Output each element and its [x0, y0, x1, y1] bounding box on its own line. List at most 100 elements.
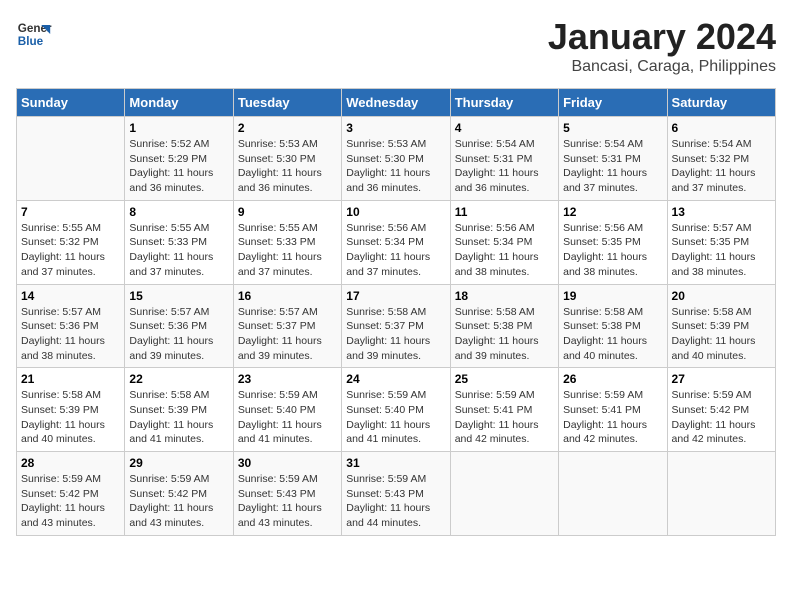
calendar-cell: 20Sunrise: 5:58 AMSunset: 5:39 PMDayligh…	[667, 284, 775, 368]
day-number: 31	[346, 456, 445, 470]
calendar-cell: 21Sunrise: 5:58 AMSunset: 5:39 PMDayligh…	[17, 368, 125, 452]
day-info: Sunrise: 5:59 AMSunset: 5:42 PMDaylight:…	[672, 388, 771, 447]
day-info: Sunrise: 5:58 AMSunset: 5:39 PMDaylight:…	[672, 305, 771, 364]
calendar-cell: 26 Sunrise: 5:59 AMSunset: 5:41 PMDayligh…	[559, 368, 667, 452]
day-number: 22	[129, 372, 228, 386]
calendar-week-3: 14 Sunrise: 5:57 AMSunset: 5:36 PMDayligh…	[17, 284, 776, 368]
calendar-cell: 19Sunrise: 5:58 AMSunset: 5:38 PMDayligh…	[559, 284, 667, 368]
calendar-cell: 9 Sunrise: 5:55 AMSunset: 5:33 PMDaylight…	[233, 200, 341, 284]
day-info: Sunrise: 5:57 AMSunset: 5:35 PMDaylight:…	[672, 221, 771, 280]
page-subtitle: Bancasi, Caraga, Philippines	[548, 58, 776, 76]
day-number: 10	[346, 205, 445, 219]
day-info: Sunrise: 5:55 AMSunset: 5:33 PMDaylight:…	[129, 221, 228, 280]
day-number: 9	[238, 205, 337, 219]
day-number: 13	[672, 205, 771, 219]
calendar-cell: 2 Sunrise: 5:53 AMSunset: 5:30 PMDaylight…	[233, 117, 341, 201]
calendar-cell: 13 Sunrise: 5:57 AMSunset: 5:35 PMDayligh…	[667, 200, 775, 284]
day-info: Sunrise: 5:59 AMSunset: 5:43 PMDaylight:…	[238, 472, 337, 531]
day-info: Sunrise: 5:57 AMSunset: 5:36 PMDaylight:…	[129, 305, 228, 364]
day-number: 18	[455, 289, 554, 303]
day-number: 25	[455, 372, 554, 386]
calendar-cell: 15 Sunrise: 5:57 AMSunset: 5:36 PMDayligh…	[125, 284, 233, 368]
day-info: Sunrise: 5:53 AMSunset: 5:30 PMDaylight:…	[238, 137, 337, 196]
calendar-week-2: 7Sunrise: 5:55 AMSunset: 5:32 PMDaylight…	[17, 200, 776, 284]
calendar-week-4: 21Sunrise: 5:58 AMSunset: 5:39 PMDayligh…	[17, 368, 776, 452]
day-number: 28	[21, 456, 120, 470]
calendar-cell: 14 Sunrise: 5:57 AMSunset: 5:36 PMDayligh…	[17, 284, 125, 368]
day-info: Sunrise: 5:59 AMSunset: 5:41 PMDaylight:…	[455, 388, 554, 447]
calendar-cell: 7Sunrise: 5:55 AMSunset: 5:32 PMDaylight…	[17, 200, 125, 284]
day-number: 23	[238, 372, 337, 386]
calendar-cell: 10 Sunrise: 5:56 AMSunset: 5:34 PMDayligh…	[342, 200, 450, 284]
day-info: Sunrise: 5:55 AMSunset: 5:33 PMDaylight:…	[238, 221, 337, 280]
day-number: 26	[563, 372, 662, 386]
calendar-cell: 12Sunrise: 5:56 AMSunset: 5:35 PMDayligh…	[559, 200, 667, 284]
header-cell-thursday: Thursday	[450, 89, 558, 117]
calendar-header: SundayMondayTuesdayWednesdayThursdayFrid…	[17, 89, 776, 117]
calendar-table: SundayMondayTuesdayWednesdayThursdayFrid…	[16, 88, 776, 536]
header-cell-tuesday: Tuesday	[233, 89, 341, 117]
day-info: Sunrise: 5:56 AMSunset: 5:34 PMDaylight:…	[346, 221, 445, 280]
header-cell-wednesday: Wednesday	[342, 89, 450, 117]
calendar-cell: 5 Sunrise: 5:54 AMSunset: 5:31 PMDaylight…	[559, 117, 667, 201]
calendar-cell	[559, 452, 667, 536]
calendar-cell: 22Sunrise: 5:58 AMSunset: 5:39 PMDayligh…	[125, 368, 233, 452]
day-info: Sunrise: 5:52 AMSunset: 5:29 PMDaylight:…	[129, 137, 228, 196]
logo-icon: General Blue	[16, 16, 52, 52]
calendar-body: 1 Sunrise: 5:52 AMSunset: 5:29 PMDaylight…	[17, 117, 776, 536]
calendar-week-1: 1 Sunrise: 5:52 AMSunset: 5:29 PMDaylight…	[17, 117, 776, 201]
day-number: 19	[563, 289, 662, 303]
calendar-cell: 28 Sunrise: 5:59 AMSunset: 5:42 PMDayligh…	[17, 452, 125, 536]
calendar-cell: 1 Sunrise: 5:52 AMSunset: 5:29 PMDaylight…	[125, 117, 233, 201]
day-number: 1	[129, 121, 228, 135]
day-number: 15	[129, 289, 228, 303]
page-title: January 2024	[548, 16, 776, 58]
calendar-cell: 30 Sunrise: 5:59 AMSunset: 5:43 PMDayligh…	[233, 452, 341, 536]
day-number: 24	[346, 372, 445, 386]
day-number: 21	[21, 372, 120, 386]
day-number: 5	[563, 121, 662, 135]
header-cell-monday: Monday	[125, 89, 233, 117]
day-info: Sunrise: 5:59 AMSunset: 5:42 PMDaylight:…	[21, 472, 120, 531]
day-number: 6	[672, 121, 771, 135]
day-number: 2	[238, 121, 337, 135]
day-info: Sunrise: 5:54 AMSunset: 5:31 PMDaylight:…	[455, 137, 554, 196]
day-info: Sunrise: 5:59 AMSunset: 5:41 PMDaylight:…	[563, 388, 662, 447]
calendar-cell	[450, 452, 558, 536]
calendar-cell	[17, 117, 125, 201]
day-number: 30	[238, 456, 337, 470]
day-info: Sunrise: 5:59 AMSunset: 5:42 PMDaylight:…	[129, 472, 228, 531]
calendar-cell: 4 Sunrise: 5:54 AMSunset: 5:31 PMDaylight…	[450, 117, 558, 201]
day-info: Sunrise: 5:56 AMSunset: 5:34 PMDaylight:…	[455, 221, 554, 280]
header-cell-friday: Friday	[559, 89, 667, 117]
day-number: 4	[455, 121, 554, 135]
calendar-cell: 17Sunrise: 5:58 AMSunset: 5:37 PMDayligh…	[342, 284, 450, 368]
day-number: 16	[238, 289, 337, 303]
day-info: Sunrise: 5:59 AMSunset: 5:43 PMDaylight:…	[346, 472, 445, 531]
day-number: 17	[346, 289, 445, 303]
day-info: Sunrise: 5:57 AMSunset: 5:36 PMDaylight:…	[21, 305, 120, 364]
calendar-cell: 25 Sunrise: 5:59 AMSunset: 5:41 PMDayligh…	[450, 368, 558, 452]
day-number: 29	[129, 456, 228, 470]
title-section: January 2024 Bancasi, Caraga, Philippine…	[548, 16, 776, 76]
calendar-cell: 16 Sunrise: 5:57 AMSunset: 5:37 PMDayligh…	[233, 284, 341, 368]
calendar-cell: 24Sunrise: 5:59 AMSunset: 5:40 PMDayligh…	[342, 368, 450, 452]
calendar-cell: 11 Sunrise: 5:56 AMSunset: 5:34 PMDayligh…	[450, 200, 558, 284]
day-number: 8	[129, 205, 228, 219]
calendar-cell	[667, 452, 775, 536]
day-number: 7	[21, 205, 120, 219]
day-number: 11	[455, 205, 554, 219]
logo: General Blue	[16, 16, 52, 52]
day-info: Sunrise: 5:58 AMSunset: 5:38 PMDaylight:…	[455, 305, 554, 364]
page-header: General Blue January 2024 Bancasi, Carag…	[16, 16, 776, 76]
day-number: 12	[563, 205, 662, 219]
day-info: Sunrise: 5:57 AMSunset: 5:37 PMDaylight:…	[238, 305, 337, 364]
calendar-week-5: 28 Sunrise: 5:59 AMSunset: 5:42 PMDayligh…	[17, 452, 776, 536]
calendar-cell: 29 Sunrise: 5:59 AMSunset: 5:42 PMDayligh…	[125, 452, 233, 536]
day-number: 14	[21, 289, 120, 303]
svg-text:Blue: Blue	[18, 35, 44, 48]
day-info: Sunrise: 5:54 AMSunset: 5:32 PMDaylight:…	[672, 137, 771, 196]
day-info: Sunrise: 5:54 AMSunset: 5:31 PMDaylight:…	[563, 137, 662, 196]
header-cell-sunday: Sunday	[17, 89, 125, 117]
calendar-cell: 3Sunrise: 5:53 AMSunset: 5:30 PMDaylight…	[342, 117, 450, 201]
